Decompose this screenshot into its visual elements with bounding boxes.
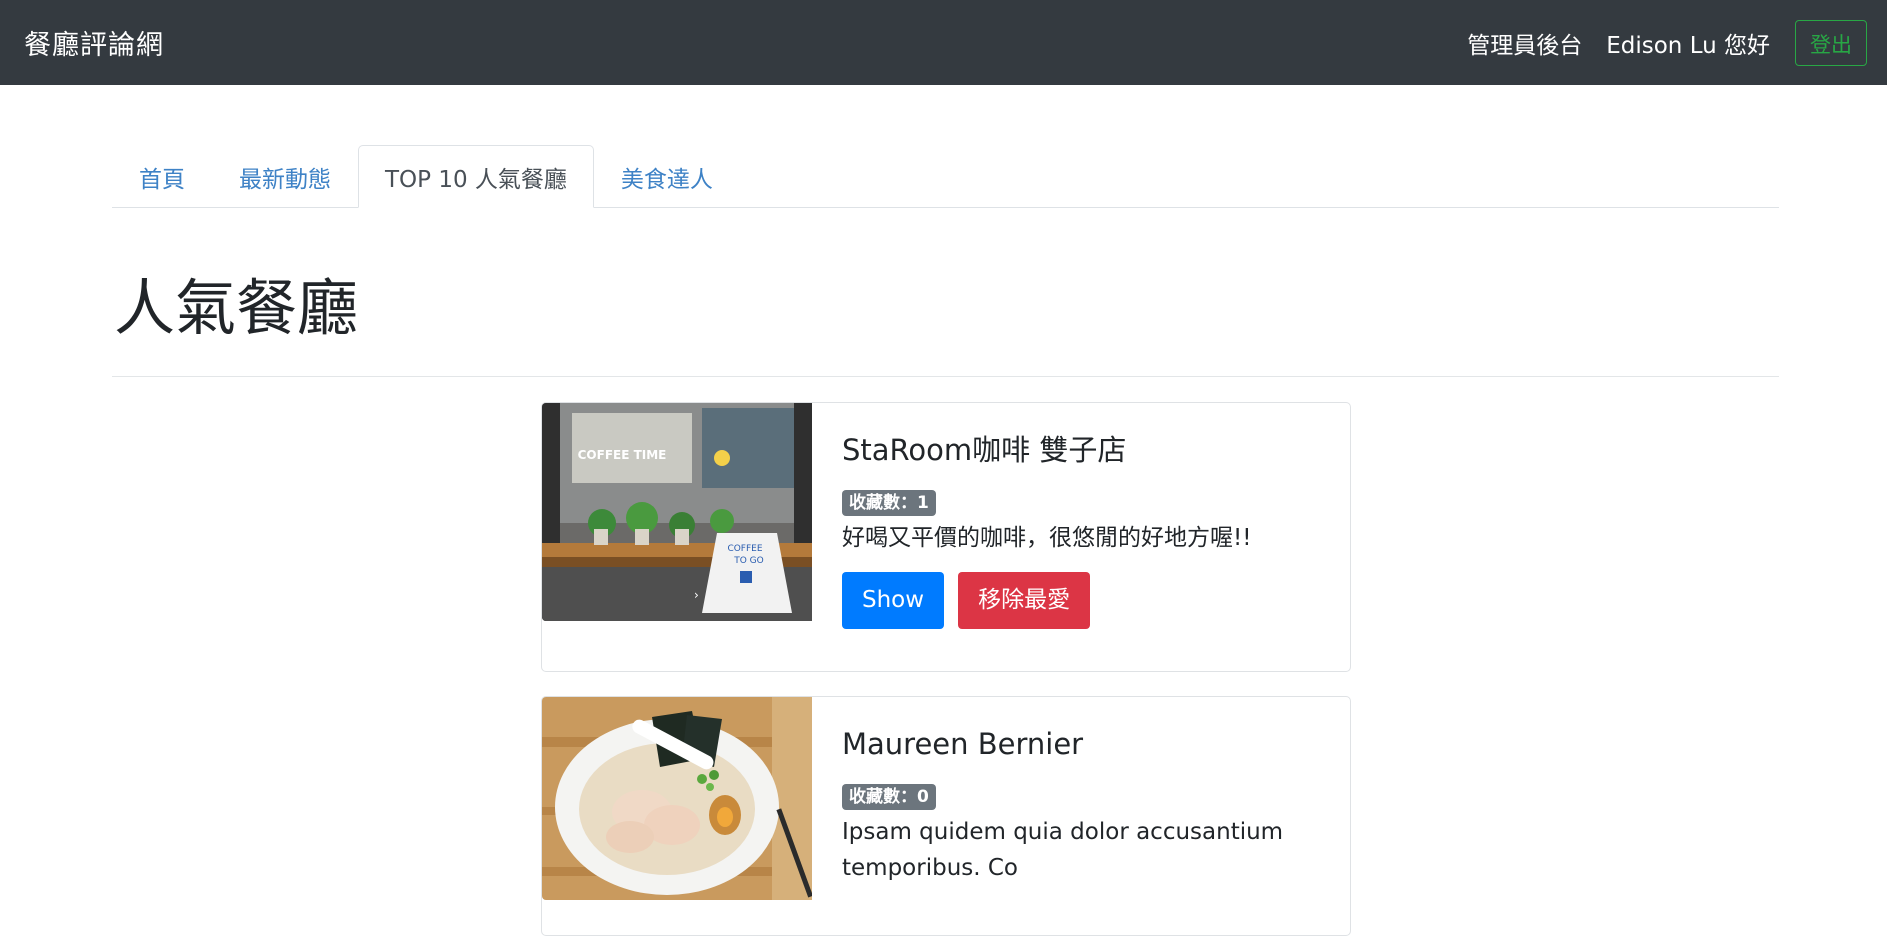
tab-top10[interactable]: TOP 10 人氣餐廳 xyxy=(358,145,594,208)
brand-logo[interactable]: 餐廳評論網 xyxy=(24,23,164,62)
restaurant-name[interactable]: Maureen Bernier xyxy=(842,727,1320,762)
nav-tabs: 首頁 最新動態 TOP 10 人氣餐廳 美食達人 xyxy=(112,145,1779,208)
favorites-count-badge: 收藏數：0 xyxy=(842,783,936,811)
user-greeting[interactable]: Edison Lu 您好 xyxy=(1606,26,1770,60)
card-body: StaRoom咖啡 雙子店 收藏數：1 好喝又平價的咖啡，很悠閒的好地方喔!! … xyxy=(812,403,1350,671)
svg-text:›: › xyxy=(694,588,699,602)
logout-button[interactable]: 登出 xyxy=(1795,19,1867,66)
restaurant-card: COFFEE TO GO COFFEE TIME › StaRoom咖啡 雙子店… xyxy=(541,402,1351,672)
card-actions: Show 移除最愛 xyxy=(842,572,1320,630)
restaurant-card: Maureen Bernier 收藏數：0 Ipsam quidem quia … xyxy=(541,696,1351,936)
restaurant-image[interactable] xyxy=(542,697,812,900)
top-navbar: 餐廳評論網 管理員後台 Edison Lu 您好 登出 xyxy=(0,0,1887,85)
svg-text:COFFEE TIME: COFFEE TIME xyxy=(578,448,667,462)
tab-top-users[interactable]: 美食達人 xyxy=(594,145,740,208)
ramen-photo xyxy=(542,697,812,900)
show-button[interactable]: Show xyxy=(842,572,945,630)
navbar-right: 管理員後台 Edison Lu 您好 登出 xyxy=(1467,19,1867,66)
page-title: 人氣餐廳 xyxy=(114,273,359,344)
restaurant-image[interactable]: COFFEE TO GO COFFEE TIME › xyxy=(542,403,812,621)
favorites-count-badge: 收藏數：1 xyxy=(842,489,936,517)
tab-feeds[interactable]: 最新動態 xyxy=(212,145,358,208)
restaurant-name[interactable]: StaRoom咖啡 雙子店 xyxy=(842,433,1320,468)
coffee-shop-photo: COFFEE TO GO COFFEE TIME › xyxy=(542,403,812,621)
title-divider xyxy=(112,376,1779,377)
card-body: Maureen Bernier 收藏數：0 Ipsam quidem quia … xyxy=(812,697,1350,935)
restaurant-description: Ipsam quidem quia dolor accusantium temp… xyxy=(842,819,1284,882)
remove-favorite-button[interactable]: 移除最愛 xyxy=(958,572,1091,630)
restaurant-description: 好喝又平價的咖啡，很悠閒的好地方喔!! xyxy=(842,525,1252,552)
tab-home[interactable]: 首頁 xyxy=(112,145,212,208)
admin-link[interactable]: 管理員後台 xyxy=(1467,26,1582,60)
svg-text:TO GO: TO GO xyxy=(733,556,764,566)
svg-text:COFFEE: COFFEE xyxy=(727,544,762,554)
